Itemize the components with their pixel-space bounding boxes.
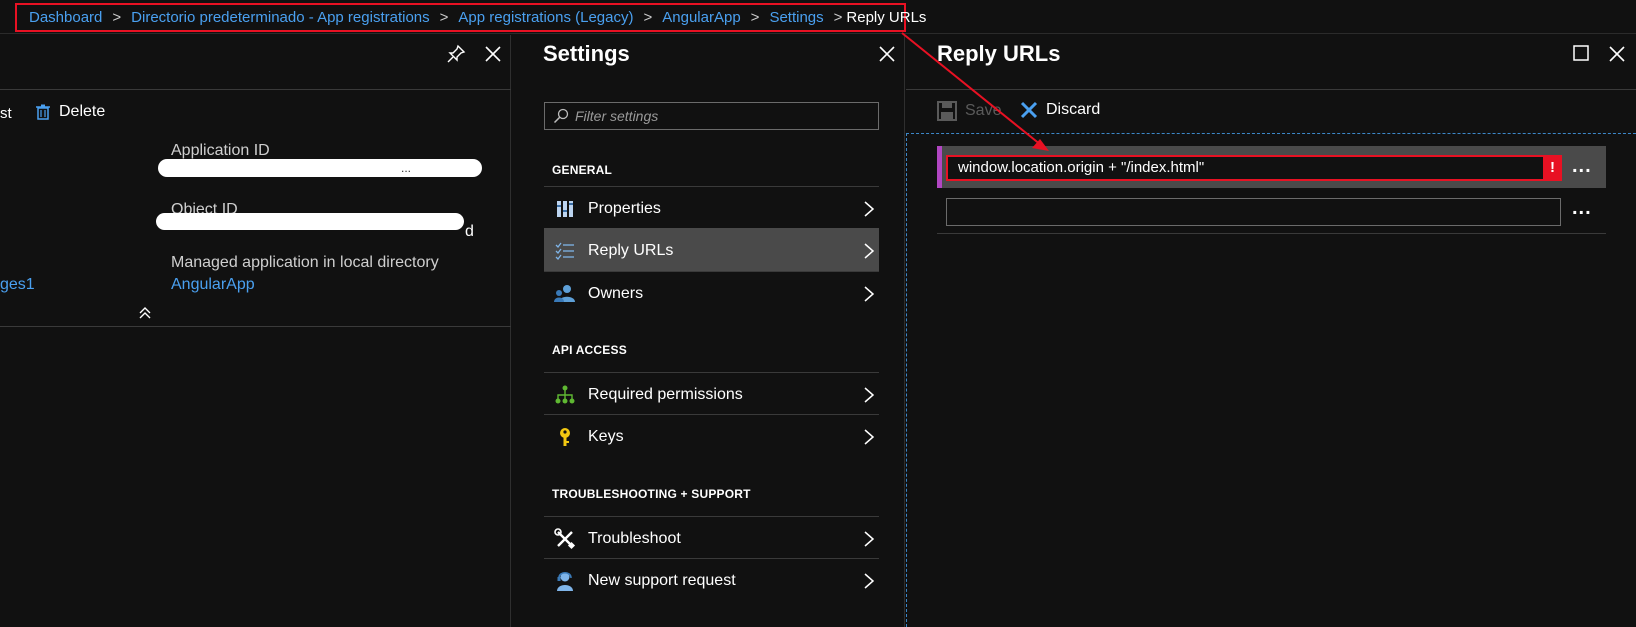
- application-id-partial: ...: [401, 161, 412, 175]
- close-icon[interactable]: [876, 43, 898, 65]
- chevron-right-icon: >: [750, 9, 760, 26]
- key-icon: [560, 428, 570, 446]
- properties-icon: [557, 201, 573, 217]
- divider: [0, 89, 511, 90]
- breadcrumb-angularapp[interactable]: AngularApp: [662, 9, 740, 26]
- delete-button[interactable]: Delete: [36, 103, 105, 121]
- menu-item-owners[interactable]: Owners: [544, 271, 879, 315]
- menu-item-new-support-request[interactable]: New support request: [544, 558, 879, 602]
- menu-item-required-permissions[interactable]: Required permissions: [544, 372, 879, 416]
- menu-label: Owners: [588, 285, 644, 302]
- support-agent-icon: [557, 571, 573, 591]
- menu-label: Keys: [588, 428, 624, 445]
- divider: [906, 89, 1636, 90]
- chevron-right-icon: [864, 201, 875, 217]
- section-troubleshooting: TROUBLESHOOTING + SUPPORT: [552, 487, 751, 501]
- breadcrumb-directory[interactable]: Directorio predeterminado - App registra…: [131, 9, 429, 26]
- chevron-right-icon: >: [643, 9, 653, 26]
- save-icon: [937, 101, 957, 121]
- redacted-application-id: [158, 159, 482, 177]
- more-options-button[interactable]: ...: [1572, 197, 1592, 220]
- reply-urls-title: Reply URLs: [937, 41, 1061, 66]
- toolbar-item-partial[interactable]: st: [0, 105, 12, 122]
- list-icon: [555, 242, 574, 260]
- section-api-access: API ACCESS: [552, 343, 627, 357]
- chevron-right-icon: [864, 429, 875, 445]
- owners-icon: [554, 285, 575, 302]
- chevron-right-icon: >: [833, 9, 843, 26]
- wrench-icon: [554, 528, 576, 550]
- menu-label: New support request: [588, 572, 736, 589]
- menu-item-keys[interactable]: Keys: [544, 414, 879, 458]
- settings-title: Settings: [543, 41, 630, 66]
- chevron-right-icon: [864, 243, 875, 259]
- save-button[interactable]: Save: [937, 101, 1001, 121]
- chevron-right-icon: [864, 387, 875, 403]
- chevron-right-icon: >: [439, 9, 449, 26]
- managed-application-link[interactable]: AngularApp: [171, 276, 255, 294]
- delete-label: Delete: [59, 103, 106, 120]
- more-options-button[interactable]: ...: [1572, 155, 1592, 178]
- discard-button[interactable]: Discard: [1020, 101, 1100, 119]
- menu-label: Required permissions: [588, 386, 743, 403]
- reply-url-input-empty[interactable]: [946, 198, 1561, 226]
- object-id-partial: d: [465, 223, 474, 240]
- close-icon: [1020, 101, 1038, 119]
- breadcrumb-app-registrations[interactable]: App registrations (Legacy): [458, 9, 633, 26]
- trash-icon: [36, 104, 50, 120]
- breadcrumb-settings[interactable]: Settings: [769, 9, 823, 26]
- breadcrumb-current: Reply URLs: [846, 9, 927, 26]
- redacted-object-id: [156, 213, 464, 230]
- pin-icon[interactable]: [445, 43, 467, 65]
- filter-placeholder: Filter settings: [575, 108, 659, 124]
- breadcrumb-dashboard[interactable]: Dashboard: [29, 9, 102, 26]
- left-link-partial[interactable]: ges1: [0, 276, 35, 294]
- maximize-icon[interactable]: [1572, 44, 1590, 62]
- close-icon[interactable]: [482, 43, 504, 65]
- reply-urls-blade: Reply URLs Save Discard window.location.…: [906, 35, 1636, 627]
- save-label: Save: [965, 102, 1002, 119]
- reply-url-input[interactable]: window.location.origin + "/index.html": [946, 155, 1553, 181]
- section-general: GENERAL: [552, 163, 613, 177]
- breadcrumb: Dashboard > Directorio predeterminado - …: [0, 0, 1636, 34]
- chevron-right-icon: [864, 573, 875, 589]
- menu-label: Troubleshoot: [588, 530, 681, 547]
- filter-settings-input[interactable]: Filter settings: [544, 102, 879, 130]
- search-icon: [553, 108, 569, 124]
- divider: [937, 233, 1606, 234]
- chevron-right-icon: [864, 286, 875, 302]
- settings-blade: Settings Filter settings GENERAL Propert…: [512, 35, 905, 627]
- application-id-label: Application ID: [171, 142, 270, 159]
- menu-label: Properties: [588, 200, 661, 217]
- menu-item-properties[interactable]: Properties: [544, 186, 879, 230]
- breadcrumb-items: Dashboard > Directorio predeterminado - …: [29, 9, 926, 26]
- menu-label: Reply URLs: [588, 242, 674, 259]
- permissions-icon: [555, 385, 575, 404]
- close-icon[interactable]: [1606, 43, 1628, 65]
- discard-label: Discard: [1046, 101, 1101, 118]
- divider: [0, 326, 511, 327]
- app-blade: st Delete Application ID ... Object ID d…: [0, 35, 511, 627]
- collapse-up-icon[interactable]: [137, 305, 153, 321]
- chevron-right-icon: >: [112, 9, 122, 26]
- menu-item-reply-urls[interactable]: Reply URLs: [544, 228, 879, 272]
- menu-item-troubleshoot[interactable]: Troubleshoot: [544, 516, 879, 560]
- error-icon: !: [1543, 155, 1562, 181]
- chevron-right-icon: [864, 531, 875, 547]
- managed-application-label: Managed application in local directory: [171, 254, 439, 271]
